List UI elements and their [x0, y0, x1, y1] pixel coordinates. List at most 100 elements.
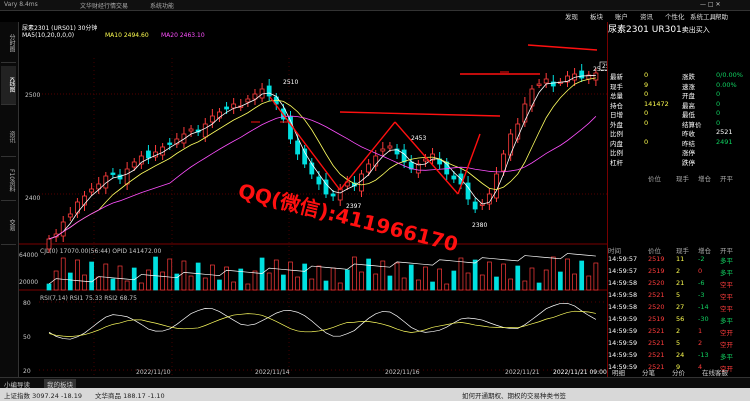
volume-bar — [522, 280, 528, 291]
quote-tab[interactable]: 分价 — [672, 367, 685, 377]
volume-bar — [146, 269, 151, 291]
volume-bar — [273, 259, 279, 291]
volume-bar — [408, 264, 414, 291]
quote-bottom-tabs: 明细 分笔 分价 在线客服 — [608, 366, 750, 377]
menu-item[interactable]: 发现 — [565, 11, 578, 21]
symbol-label: 尿素2301 (URS01) 30分钟 — [22, 25, 98, 32]
candle-body — [295, 140, 300, 155]
chart-header: 尿素2301 (URS01) 30分钟 MA5(10,20,0,0,0) MA1… — [19, 22, 607, 39]
volume-bar — [188, 275, 194, 291]
tick-cell: -6 — [698, 279, 705, 287]
tick-col-header: 价位 — [648, 175, 661, 183]
volume-bar — [160, 271, 165, 291]
candle-body — [89, 188, 95, 193]
tick-cell: 空平 — [720, 281, 733, 289]
tab-trade[interactable]: 交易 — [1, 206, 16, 245]
volume-bar — [210, 264, 215, 291]
volume-bar — [366, 258, 371, 291]
candle-body — [337, 188, 343, 201]
tick-cell: 11 — [676, 255, 685, 263]
promo-text[interactable]: 如何开通期权、期权的交易种类书签 — [462, 390, 566, 400]
volume-bar — [529, 267, 535, 291]
tick-header: 价位 现手 增仓 开平 — [608, 172, 750, 183]
tick-row: 14:59:59 2521 2 1 空开 — [608, 326, 750, 337]
menu-item[interactable]: 系统工具 — [690, 11, 716, 21]
tick-col-header: 开平 — [720, 175, 733, 183]
candle-body — [110, 172, 116, 175]
volume-bar — [117, 265, 123, 291]
volume-bar — [75, 259, 80, 291]
volume-bar — [217, 279, 222, 291]
menu-item[interactable]: 帮助 — [715, 11, 728, 21]
tick-cell: -13 — [698, 351, 709, 359]
app-title: 文华财经行情交易 — [80, 3, 129, 10]
candle-body — [202, 123, 208, 138]
tab-kline[interactable]: K线图 — [1, 66, 16, 105]
volume-bar — [245, 283, 251, 291]
quote-tab[interactable]: 在线客服 — [702, 367, 728, 377]
volume-bar — [572, 273, 577, 291]
volume-bar — [89, 261, 94, 291]
menu-item[interactable]: 板块 — [590, 11, 603, 21]
tick-cell: 2519 — [648, 315, 665, 323]
quote-row: 比例 涨停 — [608, 146, 750, 157]
tick-cell: 5 — [676, 339, 681, 347]
tick-row: 14:59:59 2519 56 -30 多平 — [608, 314, 750, 325]
volume-bar — [394, 262, 400, 291]
volume-bar — [53, 270, 59, 291]
volume-bar — [316, 265, 322, 291]
quote-tab[interactable]: 明细 — [612, 367, 625, 377]
volume-bar — [543, 269, 549, 291]
candle-body — [167, 142, 173, 145]
tab-f10[interactable]: F10资料 — [1, 162, 16, 201]
date-label: 2022/11/10 — [136, 369, 171, 376]
volume-bar — [458, 257, 464, 291]
volume-bar — [337, 282, 343, 291]
tick-cell: 14:59:59 — [608, 351, 638, 359]
volume-bar — [67, 272, 73, 291]
quote-buy_label: 买入 — [695, 26, 710, 34]
volume-bar — [430, 281, 435, 291]
rsi-axis-50: 50 — [23, 334, 31, 341]
volume-bar — [423, 266, 428, 291]
menu-item[interactable]: 个性化 — [665, 11, 685, 21]
quote-row: 比例 昨收 2521 — [608, 127, 750, 138]
tick-cell: 56 — [676, 315, 685, 323]
volume-bar — [167, 258, 173, 291]
menu-item[interactable]: 资讯 — [640, 11, 653, 21]
candle-body — [146, 150, 151, 159]
window-controls-icon[interactable]: — □ ✕ — [700, 1, 721, 8]
volume-bar — [60, 257, 66, 291]
candle-body — [67, 213, 73, 218]
tick-col-header: 增仓 — [698, 175, 711, 183]
quote-value2: 2491 — [716, 137, 733, 146]
quote-tab[interactable]: 分笔 — [642, 367, 655, 377]
volume-bar — [238, 268, 244, 291]
volume-bar — [487, 261, 492, 291]
label-2380: 2380 — [472, 222, 487, 229]
candle-body — [231, 103, 237, 109]
volume-bar — [536, 282, 542, 291]
sub-title: 系统功能 — [150, 3, 175, 10]
candle-body — [316, 176, 322, 185]
volume-bar — [550, 256, 556, 291]
tick-cell: 空平 — [720, 305, 733, 313]
quote-value: 0 — [644, 109, 649, 117]
volume-bar — [344, 269, 350, 291]
tick-cell: 14:59:58 — [608, 303, 638, 311]
quote-value2: 2521 — [716, 128, 733, 136]
tick-cell: 1 — [698, 327, 703, 335]
menu-item[interactable]: 账户 — [615, 11, 628, 21]
tick-cell: 27 — [676, 303, 685, 311]
tick-cell: 2519 — [648, 267, 665, 275]
candle-body — [494, 173, 499, 199]
quote-sell_label: 卖出 — [681, 26, 696, 34]
volume-bar — [138, 282, 144, 291]
tab-timeshare[interactable]: 分时图 — [1, 24, 16, 63]
kline-chart[interactable]: 25002400251025232397245323802502CJL(0) 1… — [19, 22, 607, 377]
tab-news[interactable]: 资讯 — [1, 118, 16, 157]
candle-body — [359, 173, 364, 192]
volume-bar — [295, 276, 300, 291]
volume-bar — [494, 276, 499, 291]
quote-value: 9 — [644, 80, 649, 89]
